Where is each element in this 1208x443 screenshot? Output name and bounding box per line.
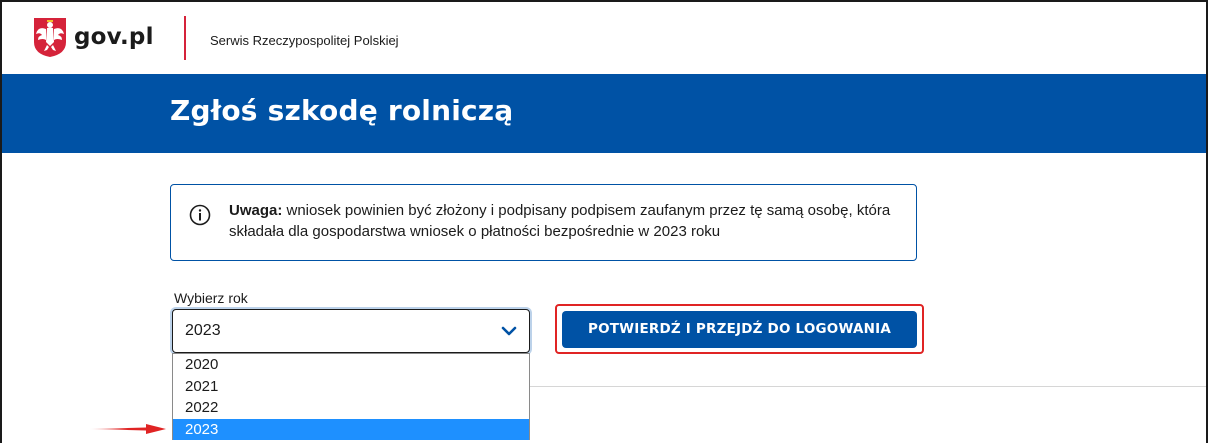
year-option[interactable]: 2022 <box>173 397 529 419</box>
info-circle-icon <box>189 204 211 226</box>
polish-eagle-emblem-icon <box>34 18 66 57</box>
page-banner: Zgłoś szkodę rolniczą <box>2 74 1206 153</box>
year-select-value: 2023 <box>185 322 221 339</box>
red-arrow-annotation-icon <box>90 424 166 434</box>
section-divider <box>530 386 1206 387</box>
alert-bold-prefix: Uwaga: <box>229 202 283 219</box>
page-title: Zgłoś szkodę rolniczą <box>170 94 514 127</box>
year-option[interactable]: 2021 <box>173 376 529 398</box>
service-name: Serwis Rzeczypospolitej Polskiej <box>210 33 399 48</box>
year-option[interactable]: 2020 <box>173 354 529 376</box>
header-divider <box>184 16 186 60</box>
alert-message: Uwaga: wniosek powinien być złożony i po… <box>229 200 909 242</box>
gov-pl-logo[interactable]: gov.pl <box>32 16 154 58</box>
alert-body: wniosek powinien być złożony i podpisany… <box>229 202 891 240</box>
year-select[interactable]: 2023 <box>172 309 530 353</box>
year-option-selected[interactable]: 2023 <box>173 418 529 440</box>
chevron-down-icon <box>501 326 517 336</box>
site-header: gov.pl Serwis Rzeczypospolitej Polskiej <box>2 2 1206 74</box>
confirm-and-login-button[interactable]: POTWIERDŹ I PRZEJDŹ DO LOGOWANIA <box>562 311 917 348</box>
warning-alert: Uwaga: wniosek powinien być złożony i po… <box>170 184 917 261</box>
logo-text: gov.pl <box>74 24 154 50</box>
year-select-label: Wybierz rok <box>174 290 248 306</box>
year-dropdown-list: 2020 2021 2022 2023 <box>172 353 530 440</box>
page-frame: gov.pl Serwis Rzeczypospolitej Polskiej … <box>0 0 1208 443</box>
